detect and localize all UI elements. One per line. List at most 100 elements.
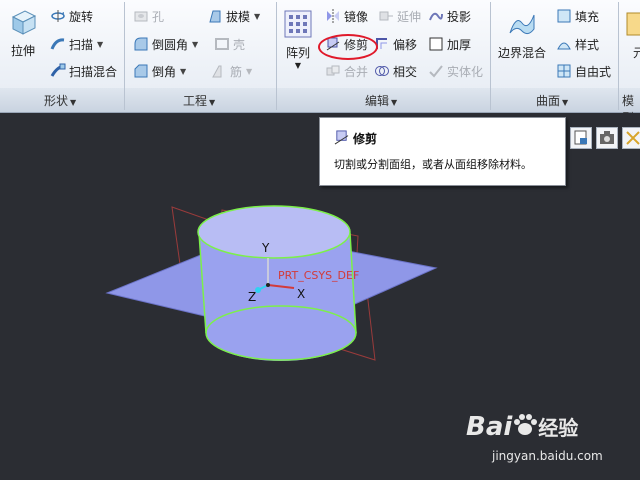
group-label-text: 编辑	[365, 94, 390, 108]
extrude-icon	[11, 10, 37, 35]
csys-name-label: PRT_CSYS_DEF	[278, 269, 360, 282]
fill-icon	[557, 9, 571, 23]
pattern-icon	[284, 10, 312, 38]
merge-label: 合并	[344, 64, 369, 79]
model-intent-label: 元	[632, 46, 640, 60]
mirror-icon	[327, 9, 339, 23]
chevron-down-icon: ▼	[391, 98, 398, 107]
saved-views-button[interactable]	[596, 127, 618, 149]
pattern-label: 阵列	[285, 46, 310, 60]
datum-display-button[interactable]	[622, 127, 640, 149]
chamfer-icon	[134, 64, 148, 78]
swept-blend-label: 扫描混合	[69, 64, 118, 79]
chevron-down-icon: ▼	[294, 61, 302, 70]
group-label-shape[interactable]: 形状 ▼	[44, 92, 76, 109]
sweep-icon	[50, 38, 65, 50]
view-repaint-button[interactable]	[570, 127, 592, 149]
chevron-down-icon: ▼	[209, 98, 216, 107]
draft-label: 拔模	[226, 9, 251, 24]
swept-blend-button[interactable]: 扫描混合	[50, 60, 117, 82]
project-label: 投影	[447, 9, 472, 24]
group-label-text: 工程	[183, 94, 208, 108]
tooltip-title: 修剪	[353, 132, 378, 146]
pattern-button[interactable]: 阵列 ▼	[283, 9, 313, 70]
model-intent-button[interactable]: 元	[624, 9, 640, 61]
fill-label: 填充	[575, 9, 600, 24]
revolve-icon	[51, 10, 65, 22]
csys-origin	[266, 283, 270, 287]
sweep-label: 扫描	[69, 37, 94, 52]
mirror-button[interactable]: 镜像	[325, 5, 368, 27]
boundary-blend-label: 边界混合	[498, 46, 547, 60]
intersect-label: 相交	[393, 64, 418, 79]
watermark-url: jingyan.baidu.com	[492, 449, 603, 463]
group-label-text: 曲面	[536, 94, 561, 108]
draft-button[interactable]: 拔模 ▼	[207, 5, 260, 27]
style-button[interactable]: 样式	[556, 33, 599, 55]
style-label: 样式	[575, 37, 600, 52]
merge-button[interactable]: 合并	[325, 60, 368, 82]
group-label-editing[interactable]: 编辑 ▼	[365, 92, 397, 109]
shell-label: 壳	[233, 37, 246, 52]
group-separator	[490, 2, 491, 110]
sweep-button[interactable]: 扫描 ▼	[50, 33, 103, 55]
group-separator	[276, 2, 277, 110]
round-icon	[134, 37, 148, 51]
trim-tooltip: 修剪 切割或分割面组，或者从面组移除材料。	[319, 117, 566, 186]
freestyle-label: 自由式	[575, 64, 612, 79]
model-intent-icon	[626, 12, 640, 36]
chevron-down-icon: ▼	[180, 66, 187, 76]
extend-label: 延伸	[397, 9, 422, 24]
chamfer-button[interactable]: 倒角 ▼	[133, 60, 186, 82]
swept-blend-icon	[50, 63, 66, 77]
datum-display-icon	[626, 131, 640, 145]
chevron-down-icon: ▼	[562, 98, 569, 107]
paw-icon	[514, 414, 538, 435]
round-button[interactable]: 倒圆角 ▼	[133, 33, 198, 55]
watermark-brand: Bai	[466, 412, 513, 442]
extrude-button[interactable]: 拉伸	[8, 7, 38, 59]
solidify-button[interactable]: 实体化	[428, 60, 483, 82]
round-label: 倒圆角	[152, 37, 189, 52]
boundary-blend-button[interactable]: 边界混合	[498, 9, 546, 61]
csys-z-label: Z	[248, 290, 257, 304]
hole-label: 孔	[152, 9, 165, 24]
shell-button[interactable]: 壳	[214, 33, 245, 55]
group-label-surfaces[interactable]: 曲面 ▼	[536, 92, 568, 109]
chevron-down-icon: ▼	[192, 39, 199, 49]
project-button[interactable]: 投影	[428, 5, 471, 27]
chevron-down-icon: ▼	[254, 11, 261, 21]
extend-button[interactable]: 延伸	[378, 5, 421, 27]
thicken-label: 加厚	[447, 37, 472, 52]
cylinder-top-edge	[197, 205, 351, 259]
revolve-label: 旋转	[69, 9, 94, 24]
fill-button[interactable]: 填充	[556, 5, 599, 27]
rib-icon	[212, 65, 222, 78]
freestyle-button[interactable]: 自由式	[556, 60, 611, 82]
tooltip-description: 切割或分割面组，或者从面组移除材料。	[334, 158, 532, 171]
thicken-icon	[429, 37, 443, 51]
intersect-icon	[375, 66, 389, 76]
chevron-down-icon: ▼	[70, 98, 77, 107]
group-separator	[618, 2, 619, 110]
offset-button[interactable]: 偏移	[374, 33, 417, 55]
hole-icon	[134, 11, 148, 22]
revolve-button[interactable]: 旋转	[50, 5, 93, 27]
chevron-down-icon: ▼	[246, 66, 253, 76]
baidu-watermark: Bai 经验	[466, 412, 578, 442]
trim-icon	[334, 130, 349, 145]
rib-button[interactable]: 筋 ▼	[211, 60, 252, 82]
intersect-button[interactable]: 相交	[374, 60, 417, 82]
merge-icon	[326, 65, 340, 76]
mirror-label: 镜像	[344, 9, 369, 24]
group-label-text: 形状	[44, 94, 69, 108]
group-label-engineering[interactable]: 工程 ▼	[183, 92, 215, 109]
style-icon	[557, 42, 571, 50]
trim-highlight-ring	[318, 34, 378, 60]
watermark-suffix: 经验	[538, 416, 579, 440]
offset-label: 偏移	[393, 37, 418, 52]
solidify-icon	[429, 65, 443, 78]
hole-button[interactable]: 孔	[133, 5, 164, 27]
thicken-button[interactable]: 加厚	[428, 33, 471, 55]
draft-icon	[209, 10, 221, 23]
